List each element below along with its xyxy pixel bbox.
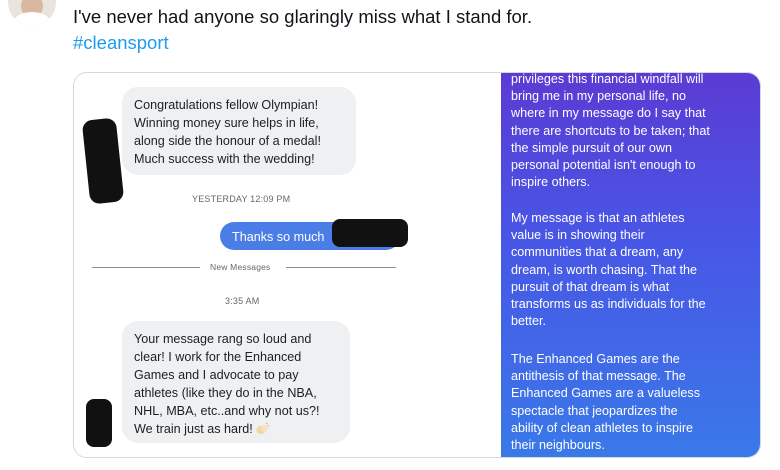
redacted-name <box>332 219 408 247</box>
tweet-text: I've never had anyone so glaringly miss … <box>73 6 533 27</box>
timestamp-recent: 3:35 AM <box>225 296 260 306</box>
redacted-avatar-1 <box>81 117 125 205</box>
message-line: along side the honour of a medal! <box>134 134 321 148</box>
message-line: athletes (like they do in the NBA, <box>134 386 317 400</box>
statement-line: My message is that an athletes <box>511 211 685 225</box>
message-line: Winning money sure helps in life, <box>134 116 319 130</box>
statement-line: Enhanced Games are a valueless <box>511 386 701 401</box>
timestamp-yesterday: YESTERDAY 12:09 PM <box>192 194 291 204</box>
new-messages-divider-right <box>286 267 396 268</box>
statement-line: The Enhanced Games are the <box>511 352 680 366</box>
statement-line: bring me in my personal life, no <box>511 89 686 104</box>
hashtag-link[interactable]: #cleansport <box>73 32 169 54</box>
message-bubble-congratulations: Congratulations fellow Olympian! Winning… <box>122 87 356 175</box>
statement-panel: privileges this financial windfall will … <box>501 73 760 457</box>
statement-line: transforms us as individuals for the <box>511 297 706 312</box>
statement-paragraph-1: privileges this financial windfall will … <box>511 72 710 191</box>
message-line: Your message rang so loud and <box>134 332 312 346</box>
message-line: NHL, MBA, etc..and why not us?! <box>134 404 320 418</box>
statement-line: ability of clean athletes to inspire <box>511 420 694 435</box>
message-line: We train just as hard! <box>134 422 253 436</box>
statement-line: where in my message do I say that <box>511 106 706 121</box>
avatar-shirt <box>14 12 50 26</box>
message-line-last: We train just as hard! <box>134 420 338 438</box>
redacted-avatar-2 <box>86 399 112 447</box>
message-line: Much success with the wedding! <box>134 152 315 166</box>
statement-line: their neighbours. <box>511 438 605 453</box>
statement-line: the simple pursuit of our own <box>511 140 673 155</box>
statement-line: antithesis of that message. The <box>511 369 686 384</box>
avatar[interactable] <box>8 0 56 26</box>
new-messages-label: New Messages <box>210 262 271 272</box>
statement-line: dream, is worth chasing. That the <box>511 262 697 277</box>
statement-paragraph-3: The Enhanced Games are the antithesis of… <box>511 351 700 454</box>
message-bubble-enhanced-games: Your message rang so loud and clear! I w… <box>122 321 350 443</box>
clapping-hands-icon <box>255 422 269 434</box>
message-line: clear! I work for the Enhanced <box>134 350 302 364</box>
message-line: Games and I advocate to pay <box>134 368 299 382</box>
statement-line: inspire others. <box>511 175 591 190</box>
statement-line: value is in showing their <box>511 228 645 243</box>
statement-line: there are shortcuts to be taken; that <box>511 123 710 138</box>
message-line: Congratulations fellow Olympian! <box>134 98 319 112</box>
dm-screenshot: Congratulations fellow Olympian! Winning… <box>74 73 501 457</box>
statement-line: personal potential isn't enough to <box>511 158 696 173</box>
statement-line: communities that a dream, any <box>511 245 684 260</box>
statement-line: pursuit of that dream is what <box>511 279 670 294</box>
statement-line: privileges this financial windfall will <box>511 72 704 86</box>
statement-line: spectacle that jeopardizes the <box>511 403 678 418</box>
statement-line: better. <box>511 314 547 329</box>
statement-paragraph-2: My message is that an athletes value is … <box>511 210 706 330</box>
new-messages-divider-left <box>92 267 200 268</box>
tweet-media-image[interactable]: Congratulations fellow Olympian! Winning… <box>73 72 761 458</box>
reply-text: Thanks so much <box>232 230 325 244</box>
